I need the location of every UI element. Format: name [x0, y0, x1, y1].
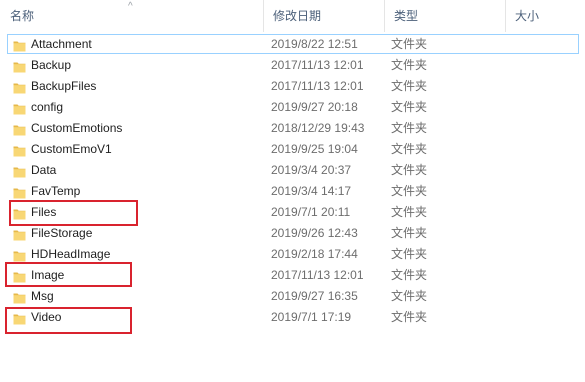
file-type: 文件夹	[391, 37, 428, 51]
modified-date: 2019/8/22 12:51	[271, 37, 358, 51]
folder-icon	[13, 185, 26, 199]
folder-icon	[13, 38, 26, 52]
file-name: Video	[31, 310, 62, 324]
file-list: Attachment 2019/8/22 12:51 文件夹 Backup 2017/1…	[0, 34, 585, 328]
file-name: HDHeadImage	[31, 247, 111, 261]
file-type: 文件夹	[391, 79, 428, 93]
file-name: BackupFiles	[31, 79, 97, 93]
column-header-date-label: 修改日期	[273, 9, 322, 23]
column-header-bar: 名称 ^ 修改日期 类型 大小	[0, 0, 585, 32]
folder-icon	[13, 227, 26, 241]
file-type: 文件夹	[391, 121, 428, 135]
list-item[interactable]: Files 2019/7/1 20:11 文件夹	[0, 202, 585, 223]
folder-icon	[13, 80, 26, 94]
file-type: 文件夹	[391, 184, 428, 198]
folder-icon	[13, 59, 26, 73]
file-name: Data	[31, 163, 57, 177]
column-header-name-label: 名称	[10, 9, 35, 23]
file-name: CustomEmotions	[31, 121, 123, 135]
list-item[interactable]: Msg 2019/9/27 16:35 文件夹	[0, 286, 585, 307]
modified-date: 2019/9/27 20:18	[271, 100, 358, 114]
list-item[interactable]: FavTemp 2019/3/4 14:17 文件夹	[0, 181, 585, 202]
list-item[interactable]: Attachment 2019/8/22 12:51 文件夹	[0, 34, 585, 55]
list-item[interactable]: Data 2019/3/4 20:37 文件夹	[0, 160, 585, 181]
modified-date: 2017/11/13 12:01	[271, 79, 364, 93]
list-item[interactable]: config 2019/9/27 20:18 文件夹	[0, 97, 585, 118]
file-name: Files	[31, 205, 57, 219]
folder-icon	[13, 101, 26, 115]
modified-date: 2018/12/29 19:43	[271, 121, 365, 135]
list-item[interactable]: BackupFiles 2017/11/13 12:01 文件夹	[0, 76, 585, 97]
modified-date: 2017/11/13 12:01	[271, 58, 364, 72]
list-item[interactable]: Image 2017/11/13 12:01 文件夹	[0, 265, 585, 286]
list-item[interactable]: FileStorage 2019/9/26 12:43 文件夹	[0, 223, 585, 244]
file-type: 文件夹	[391, 163, 428, 177]
folder-icon	[13, 206, 26, 220]
modified-date: 2019/9/27 16:35	[271, 289, 358, 303]
file-name: Attachment	[31, 37, 92, 51]
list-item[interactable]: Video 2019/7/1 17:19 文件夹	[0, 307, 585, 328]
modified-date: 2019/9/25 19:04	[271, 142, 358, 156]
file-name: FavTemp	[31, 184, 81, 198]
file-name: Image	[31, 268, 65, 282]
folder-icon	[13, 248, 26, 262]
folder-icon	[13, 290, 26, 304]
column-header-type-label: 类型	[394, 9, 419, 23]
list-item[interactable]: Backup 2017/11/13 12:01 文件夹	[0, 55, 585, 76]
file-name: FileStorage	[31, 226, 93, 240]
list-item[interactable]: CustomEmotions 2018/12/29 19:43 文件夹	[0, 118, 585, 139]
sort-ascending-icon: ^	[128, 1, 133, 12]
folder-icon	[13, 269, 26, 283]
file-type: 文件夹	[391, 247, 428, 261]
column-header-date[interactable]: 修改日期	[263, 0, 384, 32]
column-header-type[interactable]: 类型	[384, 0, 505, 32]
file-type: 文件夹	[391, 289, 428, 303]
file-type: 文件夹	[391, 226, 428, 240]
file-type: 文件夹	[391, 142, 428, 156]
modified-date: 2017/11/13 12:01	[271, 268, 364, 282]
folder-icon	[13, 311, 26, 325]
file-type: 文件夹	[391, 58, 428, 72]
modified-date: 2019/7/1 20:11	[271, 205, 351, 219]
column-header-size-label: 大小	[515, 9, 540, 23]
file-name: Msg	[31, 289, 54, 303]
file-type: 文件夹	[391, 268, 428, 282]
modified-date: 2019/9/26 12:43	[271, 226, 358, 240]
file-name: config	[31, 100, 64, 114]
file-type: 文件夹	[391, 310, 428, 324]
folder-icon	[13, 164, 26, 178]
modified-date: 2019/7/1 17:19	[271, 310, 352, 324]
list-item[interactable]: HDHeadImage 2019/2/18 17:44 文件夹	[0, 244, 585, 265]
column-header-size[interactable]: 大小	[505, 0, 585, 32]
list-item[interactable]: CustomEmoV1 2019/9/25 19:04 文件夹	[0, 139, 585, 160]
folder-icon	[13, 122, 26, 136]
file-name: Backup	[31, 58, 72, 72]
file-type: 文件夹	[391, 100, 428, 114]
modified-date: 2019/3/4 20:37	[271, 163, 352, 177]
file-name: CustomEmoV1	[31, 142, 112, 156]
modified-date: 2019/2/18 17:44	[271, 247, 358, 261]
modified-date: 2019/3/4 14:17	[271, 184, 352, 198]
file-type: 文件夹	[391, 205, 428, 219]
folder-icon	[13, 143, 26, 157]
